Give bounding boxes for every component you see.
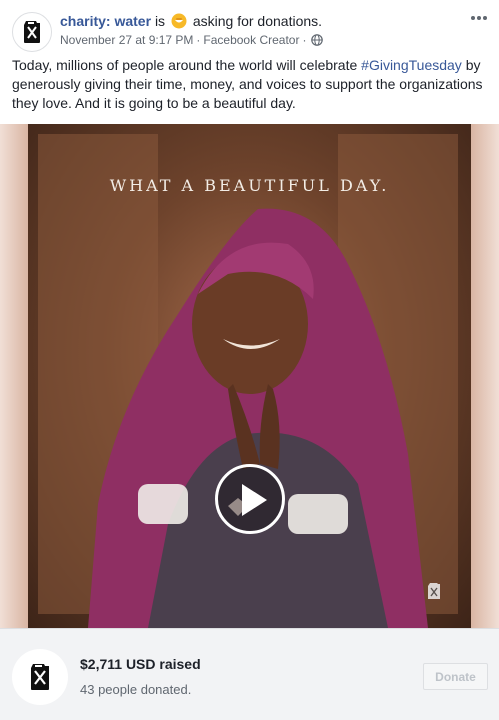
play-icon — [242, 484, 267, 516]
post-text-before: Today, millions of people around the wor… — [12, 57, 362, 73]
post-header: charity: water is asking for donations. … — [0, 0, 499, 56]
video-frame: WHAT A BEAUTIFUL DAY. — [28, 124, 471, 628]
post-author-line: charity: water is asking for donations. — [60, 12, 322, 30]
separator: · — [196, 33, 201, 47]
hashtag-link[interactable]: #GivingTuesday — [361, 57, 462, 73]
is-text: is — [154, 13, 166, 29]
separator: · — [302, 33, 307, 47]
woman-image — [88, 208, 428, 628]
video-blur-right — [471, 124, 499, 628]
donate-button[interactable]: Donate — [423, 663, 488, 690]
play-button[interactable] — [215, 464, 285, 534]
video-blur-left — [0, 124, 28, 628]
fundraiser-bar: $2,711 USD raised 43 people donated. Don… — [0, 628, 499, 720]
video-player[interactable]: WHAT A BEAUTIFUL DAY. — [0, 124, 499, 628]
jerry-can-icon — [24, 21, 40, 43]
activity-text: asking for donations. — [192, 13, 323, 29]
post-message: Today, millions of people around the wor… — [12, 56, 488, 113]
page-avatar[interactable] — [12, 12, 52, 52]
video-overlay-title: WHAT A BEAUTIFUL DAY. — [109, 176, 390, 195]
amount-raised: $2,711 USD raised — [80, 656, 201, 672]
fundraiser-icon — [171, 13, 187, 29]
page-name-link[interactable]: charity: water — [60, 13, 151, 29]
more-options-icon[interactable] — [469, 12, 489, 24]
jerry-can-icon — [31, 664, 49, 690]
post-meta: November 27 at 9:17 PM · Facebook Creator · — [60, 32, 324, 48]
fundraiser-logo[interactable] — [12, 649, 68, 705]
globe-icon[interactable] — [311, 34, 324, 46]
source-link[interactable]: Facebook Creator — [203, 33, 299, 47]
timestamp-link[interactable]: November 27 at 9:17 PM — [60, 33, 193, 47]
jerry-can-icon — [428, 583, 440, 599]
donor-count: 43 people donated. — [80, 682, 192, 697]
